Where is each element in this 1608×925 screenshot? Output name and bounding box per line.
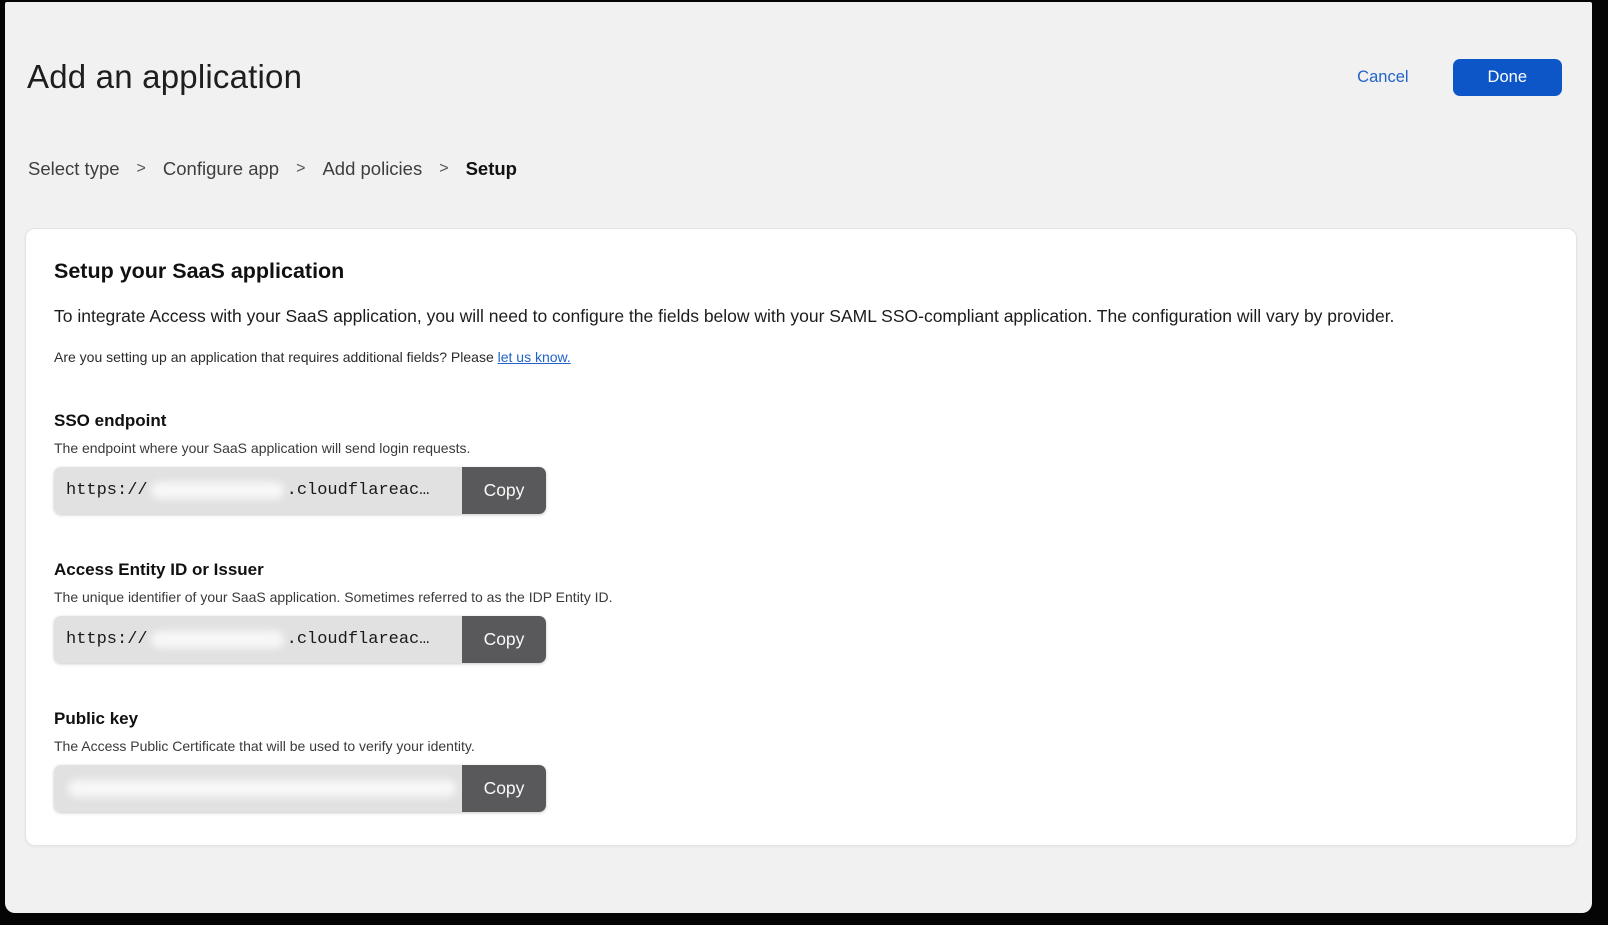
done-button[interactable]: Done bbox=[1453, 59, 1562, 96]
access-entity-id-value-suffix: .cloudflareac… bbox=[287, 630, 430, 649]
note-text: Are you setting up an application that r… bbox=[54, 349, 498, 365]
page-header: Add an application Cancel Done bbox=[5, 2, 1592, 96]
public-key-label: Public key bbox=[54, 709, 1528, 729]
breadcrumb: Select type > Configure app > Add polici… bbox=[28, 158, 1592, 180]
additional-fields-note: Are you setting up an application that r… bbox=[54, 349, 1528, 365]
public-key-value bbox=[54, 765, 462, 812]
breadcrumb-separator: > bbox=[439, 160, 448, 178]
let-us-know-link[interactable]: let us know. bbox=[498, 349, 571, 365]
breadcrumb-step-setup: Setup bbox=[466, 158, 517, 180]
breadcrumb-step-select-type[interactable]: Select type bbox=[28, 158, 120, 180]
sso-endpoint-description: The endpoint where your SaaS application… bbox=[54, 440, 1528, 456]
sso-endpoint-value-prefix: https:// bbox=[66, 481, 148, 500]
access-entity-id-redacted-segment bbox=[151, 631, 284, 648]
sso-endpoint-value-row: https:// .cloudflareac… Copy bbox=[54, 467, 546, 514]
public-key-value-row: Copy bbox=[54, 765, 546, 812]
breadcrumb-step-add-policies[interactable]: Add policies bbox=[322, 158, 422, 180]
card-intro-text: To integrate Access with your SaaS appli… bbox=[54, 306, 1528, 328]
access-entity-id-value-prefix: https:// bbox=[66, 630, 148, 649]
sso-endpoint-redacted-segment bbox=[151, 482, 284, 499]
breadcrumb-step-configure-app[interactable]: Configure app bbox=[163, 158, 279, 180]
sso-endpoint-field: SSO endpoint The endpoint where your Saa… bbox=[54, 411, 1528, 514]
sso-endpoint-copy-button[interactable]: Copy bbox=[462, 467, 546, 514]
header-actions: Cancel Done bbox=[1357, 59, 1562, 96]
access-entity-id-label: Access Entity ID or Issuer bbox=[54, 560, 1528, 580]
sso-endpoint-label: SSO endpoint bbox=[54, 411, 1528, 431]
access-entity-id-field: Access Entity ID or Issuer The unique id… bbox=[54, 560, 1528, 663]
breadcrumb-separator: > bbox=[137, 160, 146, 178]
public-key-description: The Access Public Certificate that will … bbox=[54, 738, 1528, 754]
setup-card: Setup your SaaS application To integrate… bbox=[25, 228, 1577, 846]
card-heading: Setup your SaaS application bbox=[54, 259, 1528, 284]
breadcrumb-separator: > bbox=[296, 160, 305, 178]
page-title: Add an application bbox=[27, 58, 302, 96]
app-window: Add an application Cancel Done Select ty… bbox=[5, 2, 1592, 913]
public-key-redacted-segment bbox=[68, 780, 456, 797]
access-entity-id-description: The unique identifier of your SaaS appli… bbox=[54, 589, 1528, 605]
access-entity-id-value-row: https:// .cloudflareac… Copy bbox=[54, 616, 546, 663]
access-entity-id-copy-button[interactable]: Copy bbox=[462, 616, 546, 663]
public-key-copy-button[interactable]: Copy bbox=[462, 765, 546, 812]
public-key-field: Public key The Access Public Certificate… bbox=[54, 709, 1528, 812]
cancel-button[interactable]: Cancel bbox=[1357, 68, 1408, 87]
access-entity-id-value: https:// .cloudflareac… bbox=[54, 616, 462, 663]
sso-endpoint-value: https:// .cloudflareac… bbox=[54, 467, 462, 514]
sso-endpoint-value-suffix: .cloudflareac… bbox=[287, 481, 430, 500]
